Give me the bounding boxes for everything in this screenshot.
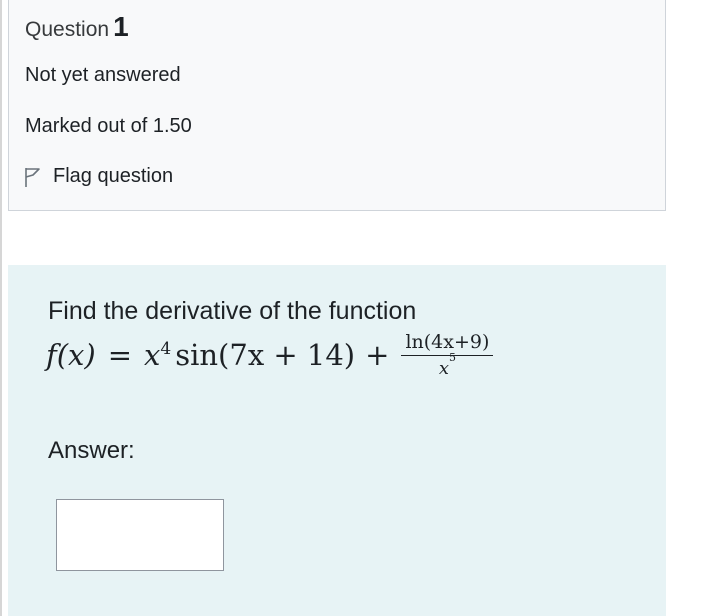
left-edge-divider [0,0,2,616]
formula-term1-rest: sin(7x + 14) [175,338,356,372]
question-prompt: Find the derivative of the function [48,297,417,325]
answer-input[interactable] [56,499,224,571]
flag-question-button[interactable]: Flag question [23,165,173,188]
question-number: 1 [113,11,129,42]
answer-label: Answer: [48,437,135,464]
fraction-denominator: x5 [438,351,456,379]
question-info-panel: Question 1 Not yet answered Marked out of… [8,0,666,211]
question-grade: Marked out of 1.50 [25,115,192,137]
question-heading: Question 1 [25,11,129,43]
quiz-page: Question 1 Not yet answered Marked out of… [0,0,720,616]
fraction-denominator-base: x [438,358,449,379]
fraction-numerator: ln(4x+9) [401,331,494,356]
formula-plus: + [365,338,390,372]
formula-term1-base: x [144,338,161,372]
fraction-denominator-exponent: 5 [448,351,456,364]
formula-equals: = [107,338,133,372]
flag-outline-icon [23,166,43,188]
formula-fraction: ln(4x+9) x5 [401,331,494,379]
question-content-panel: Find the derivative of the function f(x)… [8,265,666,616]
formula-term1-exponent: 4 [160,339,172,359]
question-state: Not yet answered [25,64,181,86]
flag-question-label: Flag question [53,165,174,187]
formula-lhs: f(x) [46,338,96,372]
function-formula: f(x) = x4 sin(7x + 14) + ln(4x+9) x5 [46,331,494,379]
question-title-prefix: Question [25,18,110,41]
